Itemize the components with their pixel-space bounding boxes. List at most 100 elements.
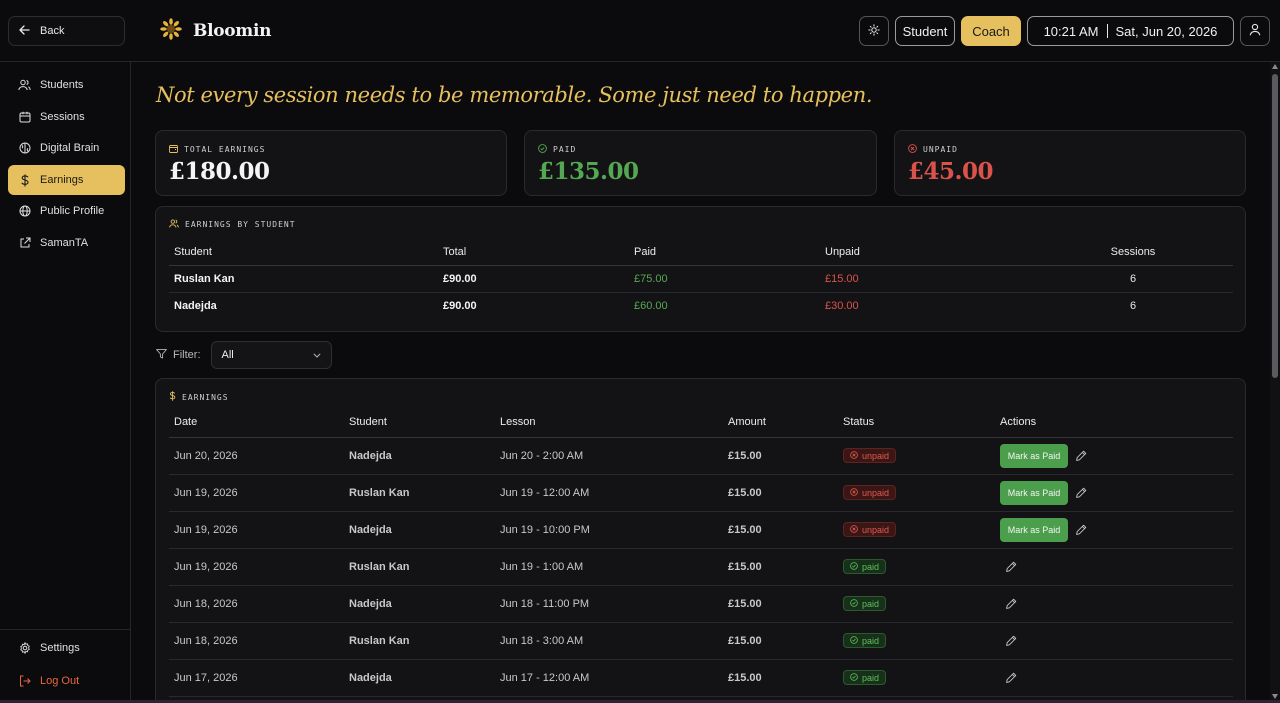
edit-pencil-icon[interactable] (1076, 524, 1087, 535)
logout-button[interactable]: Log Out (8, 666, 125, 696)
sidebar: Students Sessions Digital Brain Earnings… (0, 62, 131, 703)
student-mode-button[interactable]: Student (895, 16, 955, 46)
lesson-cell: Jun 18 - 11:00 PM (495, 585, 723, 623)
table-row[interactable]: Jun 19, 2026 Ruslan Kan Jun 19 - 12:00 AM £… (169, 474, 1233, 512)
unpaid-card: UNPAID £45.00 (894, 130, 1246, 196)
sidebar-divider (0, 629, 131, 630)
earnings-table: Date Student Lesson Amount Status Action… (169, 408, 1233, 697)
column-header: Lesson (495, 408, 723, 438)
table-row[interactable]: Jun 20, 2026 Nadejda Jun 20 - 2:00 AM £15.0… (169, 437, 1233, 475)
date-cell: Jun 18, 2026 (169, 622, 344, 660)
sidebar-item-samanta[interactable]: SamanTA (8, 228, 125, 258)
status-cell: paid (838, 659, 995, 697)
table-row[interactable]: Ruslan Kan £90.00 £75.00 £15.00 6 (169, 265, 1233, 293)
app-name: Bloomin (193, 20, 272, 41)
date-cell: Jun 19, 2026 (169, 511, 344, 549)
edit-pencil-icon[interactable] (1006, 561, 1017, 572)
actions-cell (995, 659, 1233, 697)
edit-pencil-icon[interactable] (1006, 598, 1017, 609)
column-header: Student (344, 408, 495, 438)
sidebar-item-earnings[interactable]: Earnings (8, 165, 125, 195)
status-badge: unpaid (843, 448, 897, 463)
status-cell: paid (838, 622, 995, 660)
edit-pencil-icon[interactable] (1006, 672, 1017, 683)
sessions-cell: 6 (1129, 299, 1137, 312)
table-row[interactable]: Jun 18, 2026 Nadejda Jun 18 - 11:00 PM £15.… (169, 585, 1233, 623)
amount-cell: £15.00 (723, 437, 838, 475)
dollar-icon (169, 391, 176, 403)
table-row[interactable]: Nadejda £90.00 £60.00 £30.00 6 (169, 292, 1233, 319)
coach-mode-button[interactable]: Coach (961, 16, 1021, 46)
profile-button[interactable] (1240, 16, 1270, 46)
sidebar-item-public-profile[interactable]: Public Profile (8, 196, 125, 226)
calendar-icon (18, 111, 31, 124)
lesson-cell: Jun 19 - 1:00 AM (495, 548, 723, 586)
edit-pencil-icon[interactable] (1006, 635, 1017, 646)
sidebar-item-settings[interactable]: Settings (8, 633, 125, 663)
sidebar-item-label: Public Profile (40, 205, 105, 217)
top-bar: Back Bloomin Student Coach 10:21 AM Sat,… (0, 0, 1280, 62)
mark-as-paid-button[interactable]: Mark as Paid (1000, 517, 1068, 542)
date-cell: Jun 17, 2026 (169, 659, 344, 697)
edit-pencil-icon[interactable] (1076, 450, 1087, 461)
actions-cell: Mark as Paid (995, 474, 1233, 512)
column-header: Date (169, 408, 344, 438)
scroll-up-icon[interactable] (1272, 64, 1278, 69)
filter-label: Filter: (173, 349, 201, 361)
earnings-by-student-card: EARNINGS BY STUDENT Student Total Paid U… (155, 206, 1246, 332)
theme-toggle-button[interactable] (859, 16, 889, 46)
status-text: paid (862, 672, 880, 683)
student-cell: Nadejda (344, 511, 495, 549)
section-title: EARNINGS BY STUDENT (185, 220, 296, 229)
total-earnings-card: TOTAL EARNINGS £180.00 (155, 130, 507, 196)
paid-cell: £75.00 (629, 265, 820, 293)
check-circle-icon (850, 672, 858, 683)
x-circle-icon (850, 524, 858, 535)
status-cell: unpaid (838, 437, 995, 475)
student-cell: Ruslan Kan (344, 622, 495, 660)
table-row[interactable]: Jun 18, 2026 Ruslan Kan Jun 18 - 3:00 AM £1… (169, 622, 1233, 660)
paid-card: PAID £135.00 (524, 130, 877, 196)
x-circle-icon (850, 450, 858, 461)
column-header: Amount (723, 408, 838, 438)
sidebar-item-students[interactable]: Students (8, 70, 125, 100)
date-cell: Jun 19, 2026 (169, 474, 344, 512)
table-row[interactable]: Jun 17, 2026 Nadejda Jun 17 - 12:00 AM £15.… (169, 659, 1233, 697)
sidebar-item-sessions[interactable]: Sessions (8, 102, 125, 132)
paid-cell: £60.00 (634, 299, 668, 312)
scroll-thumb[interactable] (1272, 74, 1278, 378)
mark-as-paid-button[interactable]: Mark as Paid (1000, 480, 1068, 505)
sidebar-item-digital-brain[interactable]: Digital Brain (8, 133, 125, 163)
student-cell: Nadejda (344, 585, 495, 623)
status-cell: unpaid (838, 511, 995, 549)
student-cell: Ruslan Kan (344, 548, 495, 586)
table-row[interactable]: Jun 19, 2026 Ruslan Kan Jun 19 - 1:00 AM £1… (169, 548, 1233, 586)
lesson-cell: Jun 19 - 12:00 AM (495, 474, 723, 512)
check-circle-icon (850, 598, 858, 609)
column-header: Paid (629, 239, 820, 266)
status-badge: paid (843, 670, 887, 685)
sidebar-item-label: Digital Brain (40, 142, 100, 154)
page-scrollbar[interactable] (1270, 62, 1280, 703)
mark-as-paid-button[interactable]: Mark as Paid (1000, 443, 1068, 468)
table-row[interactable]: Jun 19, 2026 Nadejda Jun 19 - 10:00 PM £15.… (169, 511, 1233, 549)
student-cell: Ruslan Kan (344, 474, 495, 512)
status-text: paid (862, 561, 880, 572)
filter-value: All (221, 349, 234, 361)
chevron-down-icon (312, 349, 321, 361)
sidebar-item-label: Earnings (40, 174, 84, 186)
edit-pencil-icon[interactable] (1076, 487, 1087, 498)
table-header-row: Date Student Lesson Amount Status Action… (169, 408, 1233, 438)
app-logo[interactable]: Bloomin (160, 18, 272, 43)
x-circle-icon (850, 487, 858, 498)
scroll-down-icon[interactable] (1272, 694, 1278, 699)
actions-cell: Mark as Paid (995, 511, 1233, 549)
filter-select[interactable]: All (210, 341, 332, 369)
column-header: Status (838, 408, 995, 438)
amount-cell: £15.00 (723, 622, 838, 660)
back-button[interactable]: Back (8, 16, 125, 46)
column-header: Actions (995, 408, 1233, 438)
student-cell: Nadejda (344, 659, 495, 697)
column-header: Sessions (1033, 239, 1233, 266)
student-cell: Nadejda (344, 437, 495, 475)
